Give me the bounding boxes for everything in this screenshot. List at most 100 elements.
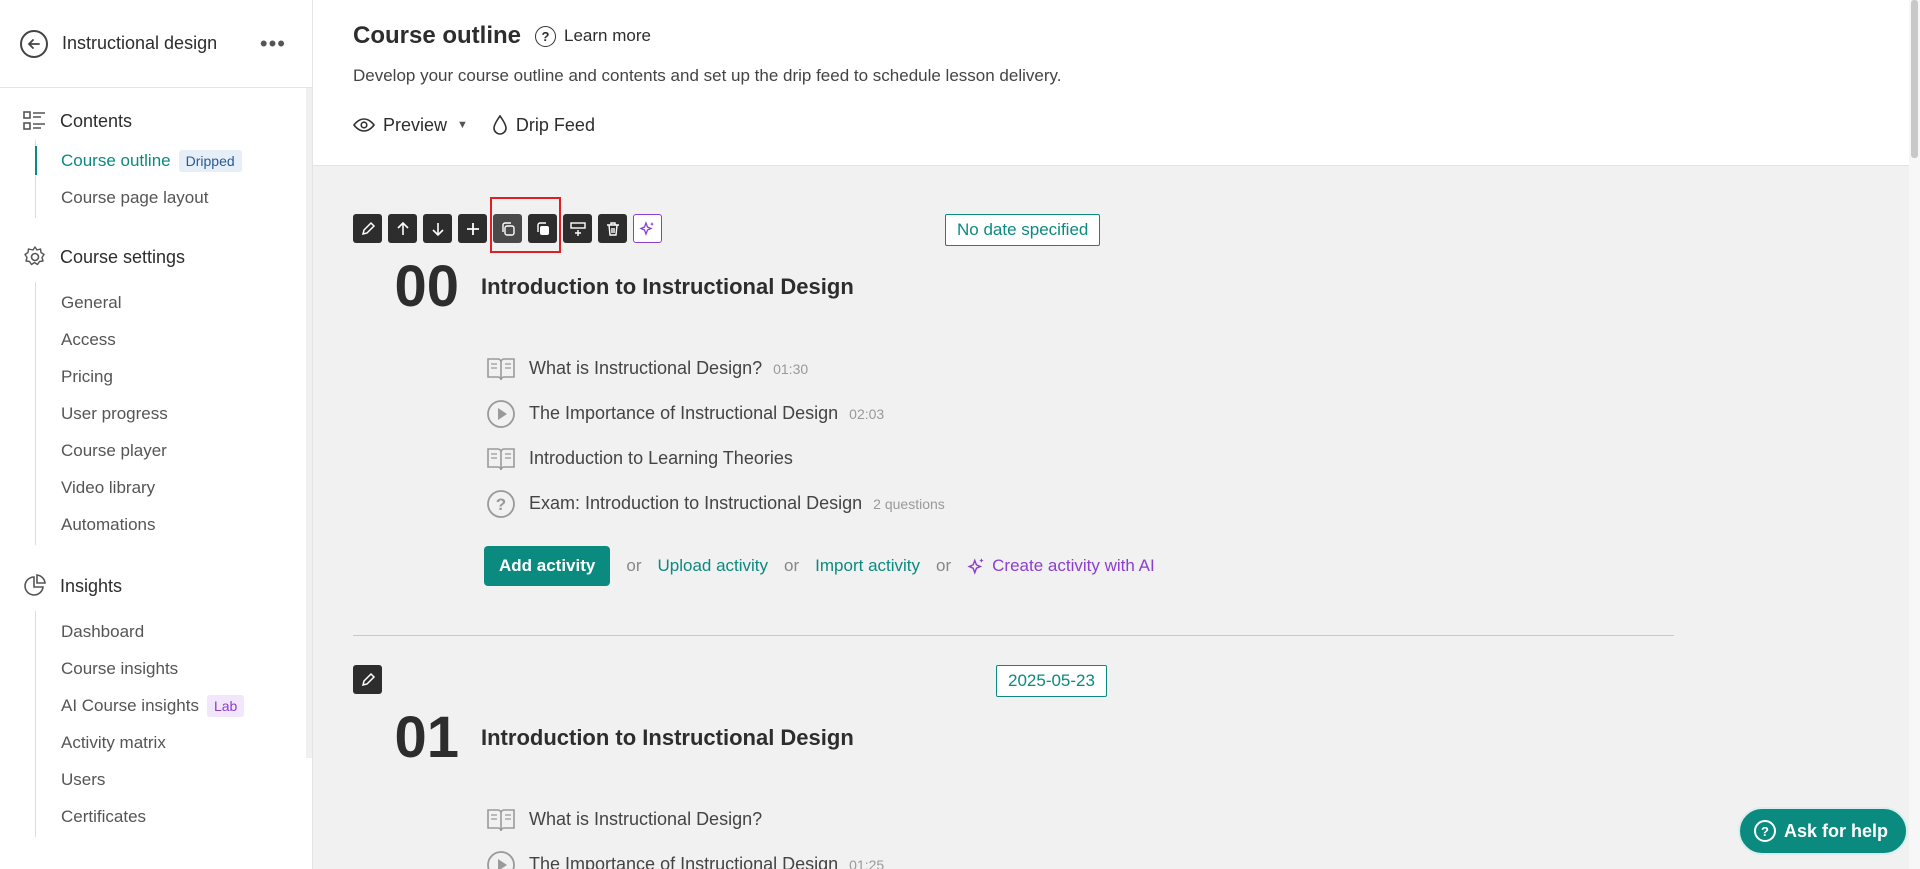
create-activity-ai-label: Create activity with AI	[992, 556, 1155, 575]
drip-feed-button[interactable]: Drip Feed	[492, 114, 595, 136]
drip-feed-label: Drip Feed	[515, 114, 595, 135]
sidebar-item-course-page-layout[interactable]: Course page layout	[36, 179, 312, 216]
sidebar-item-settings[interactable]: User progress	[36, 395, 312, 432]
lesson-duration: 01:25	[849, 856, 885, 869]
move-down-button[interactable]	[423, 214, 452, 243]
more-options-icon[interactable]: •••	[260, 31, 286, 57]
learn-more-link[interactable]: ? Learn more	[535, 25, 651, 47]
sidebar-item-settings[interactable]: Course player	[36, 432, 312, 469]
lesson-title: The Importance of Instructional Design	[529, 403, 839, 423]
move-up-button[interactable]	[388, 214, 417, 243]
arrow-down-icon	[431, 222, 444, 236]
selection-highlight	[490, 197, 561, 253]
section-title[interactable]: Introduction to Instructional Design	[481, 274, 854, 300]
add-button[interactable]	[458, 214, 487, 243]
lesson-duration: 01:30	[773, 360, 809, 377]
scrollbar-thumb[interactable]	[1911, 0, 1918, 158]
lesson-item[interactable]: Introduction to Learning Theories	[484, 436, 1673, 481]
pencil-icon	[361, 221, 375, 235]
play-icon	[484, 397, 518, 431]
page-subtitle: Develop your course outline and contents…	[353, 66, 1062, 85]
lesson-item[interactable]: What is Instructional Design? 01:30	[484, 346, 1673, 391]
sparkles-icon	[967, 558, 984, 575]
section-date-tag[interactable]: No date specified	[945, 214, 1101, 246]
edit-button[interactable]	[353, 665, 382, 694]
sidebar-item-course-outline[interactable]: Course outline Dripped	[35, 142, 312, 179]
list-icon	[22, 108, 48, 134]
section-number: 00	[394, 254, 459, 319]
sidebar-section-contents[interactable]: Contents	[0, 102, 312, 140]
section-title[interactable]: Introduction to Instructional Design	[481, 725, 854, 751]
plus-icon	[466, 222, 479, 235]
sidebar-section-insights[interactable]: Insights	[0, 567, 312, 605]
sidebar-section-course-settings[interactable]: Course settings	[0, 238, 312, 276]
lesson-title: The Importance of Instructional Design	[529, 854, 839, 869]
section-number: 01	[394, 705, 459, 770]
lesson-item[interactable]: The Importance of Instructional Design 0…	[484, 842, 1673, 869]
section-00: No date specified 00 Introduction to Ins…	[353, 197, 1673, 586]
arrow-up-icon	[396, 221, 409, 235]
gear-icon	[22, 244, 48, 270]
edit-button[interactable]	[353, 214, 382, 243]
sidebar-section-label: Course settings	[60, 246, 186, 267]
main-scrollbar[interactable]	[1909, 0, 1920, 869]
lesson-list: What is Instructional Design? The Import…	[484, 797, 1673, 869]
sidebar-section-label: Contents	[60, 110, 133, 131]
lesson-title: What is Instructional Design?	[529, 358, 763, 378]
sidebar-item-label: AI Course insights	[61, 695, 199, 715]
lesson-item[interactable]: The Importance of Instructional Design 0…	[484, 391, 1673, 436]
sidebar-item-insights[interactable]: Dashboard	[36, 613, 312, 650]
sidebar-item-insights[interactable]: Activity matrix	[36, 724, 312, 761]
lesson-item[interactable]: What is Instructional Design?	[484, 797, 1673, 842]
ask-for-help-button[interactable]: ? Ask for help	[1737, 807, 1908, 855]
ai-generate-button[interactable]	[633, 214, 662, 243]
back-button[interactable]	[20, 29, 48, 58]
upload-activity-link[interactable]: Upload activity	[657, 556, 768, 576]
svg-text:?: ?	[496, 495, 506, 514]
preview-button[interactable]: Preview ▼	[353, 115, 468, 136]
import-activity-link[interactable]: Import activity	[815, 556, 920, 576]
sidebar-item-settings[interactable]: General	[36, 284, 312, 321]
dripped-badge: Dripped	[178, 149, 242, 172]
section-01: 2025-05-23 01 Introduction to Instructio…	[353, 665, 1673, 869]
sidebar-item-settings[interactable]: Video library	[36, 469, 312, 506]
or-separator: or	[784, 556, 800, 575]
preview-label: Preview	[383, 114, 448, 135]
course-title: Instructional design	[62, 33, 218, 53]
add-activity-button[interactable]: Add activity	[484, 546, 611, 586]
sidebar-item-settings[interactable]: Access	[36, 321, 312, 358]
lesson-title: What is Instructional Design?	[529, 809, 763, 829]
question-icon: ?	[484, 487, 518, 521]
trash-icon	[606, 221, 619, 236]
sidebar-header: Instructional design •••	[0, 0, 312, 88]
play-icon	[484, 848, 518, 869]
lesson-title: Exam: Introduction to Instructional Desi…	[529, 493, 863, 513]
delete-button[interactable]	[598, 214, 627, 243]
or-separator: or	[936, 556, 952, 575]
section-date-tag[interactable]: 2025-05-23	[996, 665, 1107, 697]
sidebar-item-insights[interactable]: Certificates	[36, 798, 312, 835]
lesson-item[interactable]: ? Exam: Introduction to Instructional De…	[484, 481, 1673, 526]
help-circle-icon: ?	[535, 25, 557, 47]
sidebar-item-insights[interactable]: AI Course insights Lab	[36, 687, 312, 724]
sidebar-item-label: Users	[61, 769, 106, 789]
lesson-title: Introduction to Learning Theories	[529, 448, 793, 468]
add-activity-row: Add activity or Upload activity or Impor…	[484, 546, 1673, 586]
help-circle-icon: ?	[1753, 820, 1776, 842]
or-separator: or	[626, 556, 642, 575]
sidebar-item-settings[interactable]: Pricing	[36, 358, 312, 395]
sidebar-item-settings[interactable]: Automations	[36, 506, 312, 543]
insights-group: Dashboard Course insights AI Course insigh…	[35, 611, 312, 837]
sidebar-item-insights[interactable]: Users	[36, 761, 312, 798]
lab-badge: Lab	[206, 694, 245, 717]
book-icon	[484, 442, 518, 476]
ask-for-help-label: Ask for help	[1783, 820, 1888, 841]
insert-section-button[interactable]	[563, 214, 592, 243]
sidebar-item-insights[interactable]: Course insights	[36, 650, 312, 687]
sidebar-item-label: Course insights	[61, 658, 179, 678]
lesson-duration: 02:03	[849, 405, 885, 422]
sidebar: Instructional design ••• Contents Course…	[0, 0, 313, 869]
lesson-list: What is Instructional Design? 01:30 The …	[484, 346, 1673, 586]
create-activity-ai-link[interactable]: Create activity with AI	[967, 556, 1155, 576]
droplet-icon	[492, 114, 508, 136]
